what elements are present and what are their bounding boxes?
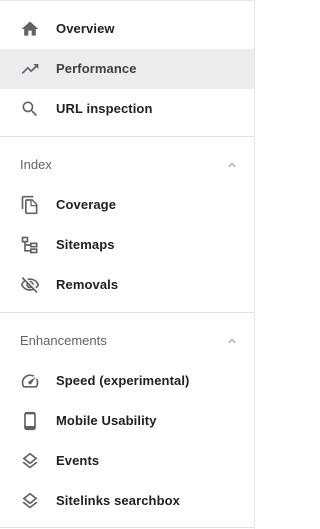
nav-item-removals[interactable]: Removals: [0, 265, 254, 305]
smartphone-icon: [20, 411, 40, 431]
nav-item-label: Sitelinks searchbox: [56, 493, 181, 508]
search-icon: [20, 99, 40, 119]
section-header-index[interactable]: Index: [0, 150, 254, 180]
layers-icon: [20, 451, 40, 471]
nav-item-label: Overview: [56, 21, 115, 36]
nav-item-speed[interactable]: Speed (experimental): [0, 361, 254, 401]
nav-item-label: Mobile Usability: [56, 413, 157, 428]
nav-item-sitemaps[interactable]: Sitemaps: [0, 225, 254, 265]
visibility-off-icon: [20, 275, 40, 295]
home-icon: [20, 19, 40, 39]
nav-item-sitelinks-searchbox[interactable]: Sitelinks searchbox: [0, 481, 254, 521]
divider: [0, 312, 254, 313]
nav-item-label: Sitemaps: [56, 237, 115, 252]
nav-item-events[interactable]: Events: [0, 441, 254, 481]
nav-item-url-inspection[interactable]: URL inspection: [0, 89, 254, 129]
nav-item-label: Coverage: [56, 197, 117, 212]
nav-item-label: URL inspection: [56, 101, 153, 116]
section-title: Index: [20, 157, 52, 172]
nav-item-coverage[interactable]: Coverage: [0, 185, 254, 225]
nav-item-label: Performance: [56, 61, 137, 76]
nav-item-performance[interactable]: Performance: [0, 49, 254, 89]
divider: [0, 527, 254, 528]
side-navigation: Overview Performance URL inspection Inde…: [0, 0, 255, 529]
nav-item-label: Events: [56, 453, 100, 468]
layers-icon: [20, 491, 40, 511]
section-title: Enhancements: [20, 333, 107, 348]
nav-item-label: Removals: [56, 277, 119, 292]
chevron-up-icon: [225, 158, 239, 172]
nav-item-mobile-usability[interactable]: Mobile Usability: [0, 401, 254, 441]
trending-up-icon: [20, 59, 40, 79]
file-copy-icon: [20, 195, 40, 215]
top-border: [0, 0, 254, 1]
nav-item-overview[interactable]: Overview: [0, 9, 254, 49]
speedometer-icon: [20, 371, 40, 391]
divider: [0, 136, 254, 137]
chevron-up-icon: [225, 334, 239, 348]
sitemap-icon: [20, 235, 40, 255]
section-header-enhancements[interactable]: Enhancements: [0, 326, 254, 356]
nav-item-label: Speed (experimental): [56, 373, 190, 388]
